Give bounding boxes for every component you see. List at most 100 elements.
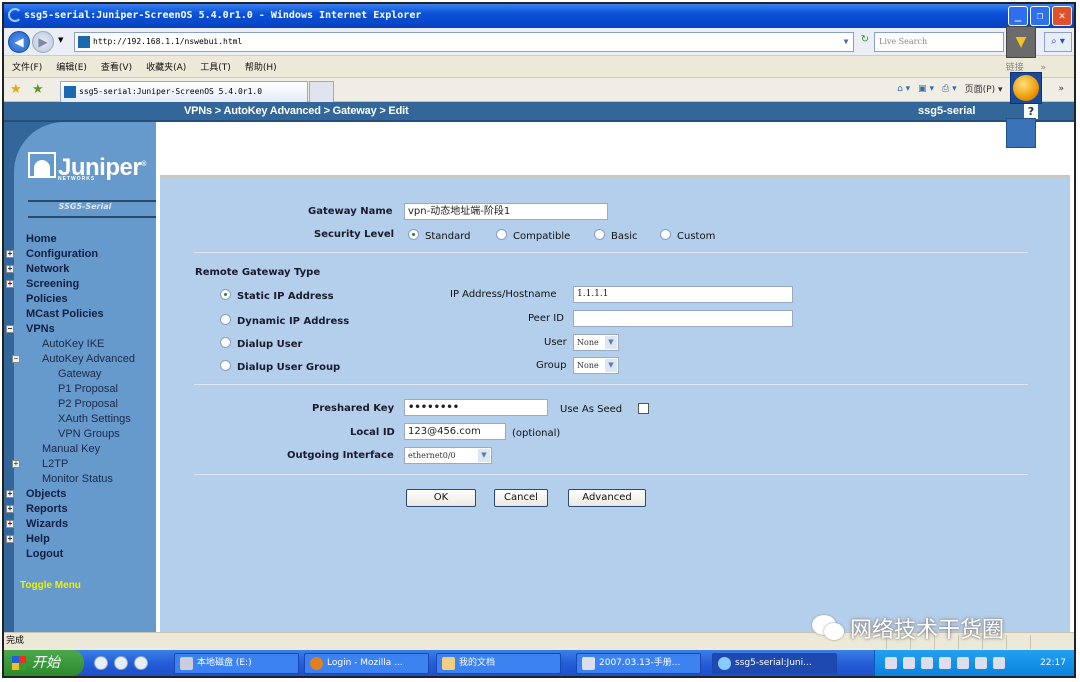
sidebar-item-gateway[interactable]: Gateway (4, 367, 156, 382)
sidebar-item-policies[interactable]: Policies (4, 292, 156, 307)
tray-icon[interactable] (921, 657, 933, 669)
collapse-icon[interactable]: − (6, 325, 14, 333)
tray-icon[interactable] (993, 657, 1005, 669)
help-button[interactable]: ? (1024, 104, 1038, 119)
page-menu[interactable]: 页面(P) ▾ (965, 82, 1003, 95)
gateway-name-input[interactable]: vpn-动态地址端-阶段1 (404, 203, 608, 220)
security-level-option[interactable]: Standard (408, 229, 471, 242)
radio-icon[interactable] (660, 229, 671, 240)
sidebar-item-mcast-policies[interactable]: MCast Policies (4, 307, 156, 322)
sidebar-item-logout[interactable]: Logout (4, 547, 156, 562)
menu-edit[interactable]: 编辑(E) (56, 60, 87, 73)
radio-icon[interactable] (408, 229, 419, 240)
sidebar-item-configuration[interactable]: + Configuration (4, 247, 156, 262)
ip-hostname-input[interactable]: 1.1.1.1 (573, 286, 793, 303)
expand-icon[interactable]: + (6, 280, 14, 288)
radio-icon[interactable] (220, 289, 231, 300)
radio-icon[interactable] (220, 314, 231, 325)
sidebar-item-manual-key[interactable]: Manual Key (4, 442, 156, 457)
sidebar-item-network[interactable]: + Network (4, 262, 156, 277)
taskbar-item-active[interactable]: ssg5-serial:Juni... (712, 653, 837, 674)
radio-icon[interactable] (220, 337, 231, 348)
chevron-down-icon[interactable]: ▼ (605, 359, 617, 372)
cancel-button[interactable]: Cancel (494, 489, 548, 507)
ok-button[interactable]: OK (406, 489, 476, 507)
sidebar-item-vpn-groups[interactable]: VPN Groups (4, 427, 156, 442)
print-icon[interactable]: ⎙ ▾ (942, 84, 957, 94)
add-favorite-icon[interactable]: ★ (32, 82, 44, 97)
remote-type-static[interactable]: Static IP Address (220, 289, 334, 302)
media-player-icon[interactable] (94, 656, 108, 670)
security-level-option[interactable]: Basic (594, 229, 637, 242)
start-button[interactable]: 开始 (4, 650, 84, 676)
browser-tab[interactable]: ssg5-serial:Juniper-ScreenOS 5.4.0r1.0 (60, 81, 308, 102)
toolbar-overflow-icon[interactable]: » (1058, 84, 1064, 94)
local-id-input[interactable]: 123@456.com (404, 423, 506, 440)
group-select[interactable]: None ▼ (573, 357, 619, 374)
radio-icon[interactable] (220, 360, 231, 371)
expand-icon[interactable]: + (6, 490, 14, 498)
chevron-down-icon[interactable]: ▼ (605, 336, 617, 349)
sidebar-item-p2-proposal[interactable]: P2 Proposal (4, 397, 156, 412)
expand-icon[interactable]: + (6, 520, 14, 528)
search-button[interactable]: ⌕ ▾ (1044, 32, 1072, 52)
desktop-icon[interactable] (134, 656, 148, 670)
radio-icon[interactable] (496, 229, 507, 240)
history-dropdown-icon[interactable]: ▼ (58, 36, 63, 44)
radio-icon[interactable] (594, 229, 605, 240)
favorites-star-icon[interactable]: ★ (10, 82, 22, 97)
tray-icon[interactable] (903, 657, 915, 669)
sidebar-item-p1-proposal[interactable]: P1 Proposal (4, 382, 156, 397)
close-button[interactable]: ✕ (1052, 6, 1072, 26)
taskbar-item[interactable]: Login - Mozilla ... (304, 653, 429, 674)
back-button[interactable]: ◀ (8, 31, 30, 53)
expand-icon[interactable]: + (6, 505, 14, 513)
tray-icon[interactable] (885, 657, 897, 669)
expand-icon[interactable]: + (6, 265, 14, 273)
forward-button[interactable]: ▶ (32, 31, 54, 53)
sidebar-item-screening[interactable]: + Screening (4, 277, 156, 292)
chevron-down-icon[interactable]: ▼ (478, 449, 490, 462)
ie-quicklaunch-icon[interactable] (114, 656, 128, 670)
taskbar-item[interactable]: 本地磁盘 (E:) (174, 653, 299, 674)
collapse-icon[interactable]: − (12, 355, 20, 363)
sidebar-item-vpns[interactable]: − VPNs (4, 322, 156, 337)
sidebar-item-reports[interactable]: + Reports (4, 502, 156, 517)
sidebar-item-autokey-ike[interactable]: AutoKey IKE (4, 337, 156, 352)
download-extension-icon[interactable]: ▼ (1006, 26, 1036, 58)
taskbar-item[interactable]: 我的文档 (436, 653, 561, 674)
sidebar-item-help[interactable]: + Help (4, 532, 156, 547)
menu-view[interactable]: 查看(V) (101, 60, 132, 73)
security-level-option[interactable]: Custom (660, 229, 715, 242)
security-level-option[interactable]: Compatible (496, 229, 570, 242)
tray-icon[interactable] (957, 657, 969, 669)
address-input[interactable]: http://192.168.1.1/nswebui.html ▼ (74, 32, 854, 52)
peer-id-input[interactable] (573, 310, 793, 327)
outgoing-interface-select[interactable]: ethernet0/0 ▼ (404, 447, 492, 464)
sidebar-item-autokey-advanced[interactable]: − AutoKey Advanced (4, 352, 156, 367)
stop-icon[interactable] (854, 34, 872, 50)
menu-help[interactable]: 帮助(H) (245, 60, 277, 73)
extension-ball-icon[interactable] (1010, 72, 1042, 104)
new-tab-button[interactable] (309, 81, 334, 102)
sidebar-item-monitor-status[interactable]: Monitor Status (4, 472, 156, 487)
taskbar-item[interactable]: 2007.03.13-手册... (576, 653, 701, 674)
use-as-seed-checkbox[interactable] (638, 403, 649, 414)
address-dropdown-icon[interactable]: ▼ (839, 33, 853, 51)
user-select[interactable]: None ▼ (573, 334, 619, 351)
sidebar-item-xauth-settings[interactable]: XAuth Settings (4, 412, 156, 427)
preshared-key-input[interactable]: •••••••• (404, 399, 548, 416)
expand-icon[interactable]: + (6, 250, 14, 258)
advanced-button[interactable]: Advanced (568, 489, 646, 507)
minimize-button[interactable]: _ (1008, 6, 1028, 26)
tray-icon[interactable] (939, 657, 951, 669)
restore-button[interactable]: ❐ (1030, 6, 1050, 26)
menu-tools[interactable]: 工具(T) (200, 60, 231, 73)
home-icon[interactable]: ⌂ ▾ (897, 84, 910, 94)
remote-type-dialup-group[interactable]: Dialup User Group (220, 360, 340, 373)
menu-favorites[interactable]: 收藏夹(A) (146, 60, 186, 73)
remote-type-dialup-user[interactable]: Dialup User (220, 337, 302, 350)
expand-icon[interactable]: + (12, 460, 20, 468)
menu-file[interactable]: 文件(F) (12, 60, 42, 73)
search-input[interactable]: Live Search (874, 32, 1004, 52)
